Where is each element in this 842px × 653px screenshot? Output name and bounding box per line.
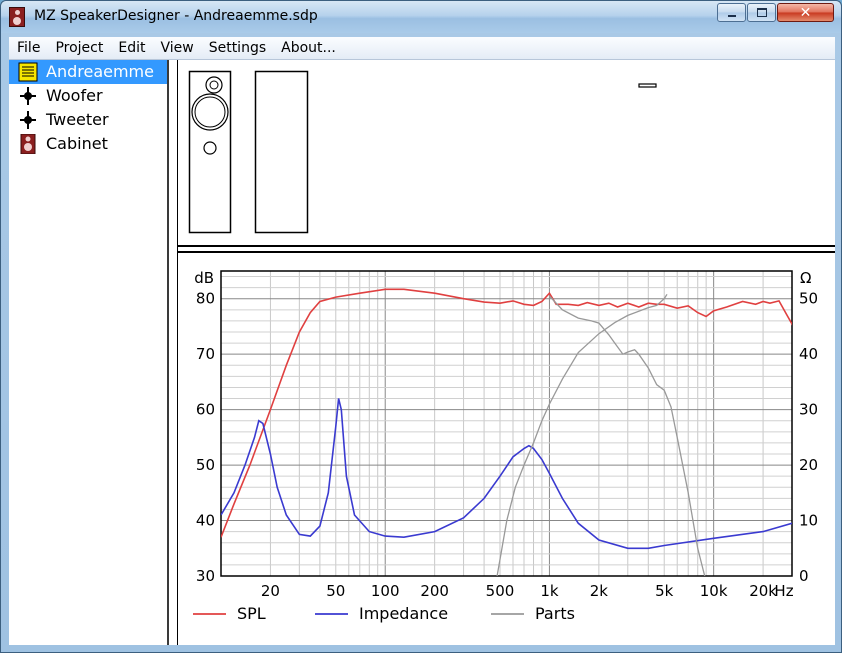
driver-icon: [20, 87, 36, 105]
minimize-icon: [727, 14, 736, 17]
frequency-response-chart: dB Ω8070605040305040302010020 50 100 200 500 1…: [193, 269, 818, 623]
maximize-button[interactable]: [747, 3, 776, 22]
left-tick-label: 80: [196, 290, 215, 308]
project-icon: [18, 62, 38, 82]
cabinet-top-marker: [638, 83, 657, 88]
x-tick-label: 200: [420, 582, 449, 600]
right-axis-unit: Ω: [800, 269, 811, 287]
woofer-cone: [194, 96, 226, 128]
cabinet-drawing: [188, 70, 657, 234]
menu-about[interactable]: About...: [273, 40, 343, 56]
menu-settings[interactable]: Settings: [201, 40, 273, 56]
x-tick-label: 2k: [590, 582, 609, 600]
x-tick-label: 100: [371, 582, 400, 600]
maximize-icon: [756, 8, 767, 17]
tweeter-dome: [209, 80, 219, 90]
cabinet-front-outline: [188, 70, 232, 234]
x-tick-label: 20: [261, 582, 280, 600]
app-window: MZ SpeakerDesigner - Andreaemme.sdp ✕ Fi…: [0, 0, 842, 653]
x-tick-label: 5k: [655, 582, 674, 600]
right-tick-label: 40: [799, 345, 818, 363]
x-tick-label: 20k: [749, 582, 777, 600]
woofer-circle: [191, 93, 229, 131]
tree-item-tweeter[interactable]: Tweeter: [9, 108, 167, 132]
tree-item-andreaemme[interactable]: Andreaemme: [9, 60, 167, 84]
series-line-spl-0: [221, 288, 792, 538]
right-tick-label: 50: [799, 290, 818, 308]
driver-icon: [20, 111, 36, 129]
pane-splitter-line-1[interactable]: [177, 245, 835, 247]
app-speaker-icon[interactable]: [9, 7, 25, 27]
graph-pane[interactable]: dB Ω 80 70 60 50 40 30 50 40 30 20 10 0 20 50 100 200 500 1…: [169, 252, 835, 645]
legend-label-spl: SPL: [237, 604, 266, 623]
port-circle: [203, 141, 217, 155]
x-tick-label: 1k: [540, 582, 559, 600]
legend-label-parts: Parts: [535, 604, 575, 623]
tree-item-label: Woofer: [46, 86, 103, 105]
title-bar[interactable]: MZ SpeakerDesigner - Andreaemme.sdp ✕: [1, 1, 841, 33]
right-tick-label: 10: [799, 512, 818, 530]
tree-item-cabinet[interactable]: Cabinet: [9, 132, 167, 156]
left-tick-label: 60: [196, 401, 215, 419]
tree-item-label: Cabinet: [46, 134, 108, 153]
window-title: MZ SpeakerDesigner - Andreaemme.sdp: [34, 8, 318, 24]
menu-view[interactable]: View: [152, 40, 200, 56]
menu-project[interactable]: Project: [47, 40, 110, 56]
project-tree[interactable]: Andreaemme Woofer Tweeter Cabinet: [9, 60, 169, 645]
minimize-button[interactable]: [717, 3, 746, 22]
x-tick-label: 50: [326, 582, 345, 600]
menu-bar: File Project Edit View Settings About...: [9, 37, 835, 60]
x-tick-label: 10k: [700, 582, 728, 600]
cabinet-icon: [20, 134, 36, 154]
cabinet-view-pane[interactable]: [169, 60, 835, 252]
x-tick-label: 500: [486, 582, 515, 600]
left-tick-label: 70: [196, 345, 215, 363]
close-button[interactable]: ✕: [777, 3, 834, 22]
tree-item-label: Andreaemme: [46, 62, 154, 81]
tweeter-circle: [205, 76, 223, 94]
menu-file[interactable]: File: [9, 40, 47, 56]
cabinet-side-outline: [254, 70, 309, 234]
close-icon: ✕: [799, 4, 812, 21]
tree-item-label: Tweeter: [46, 110, 109, 129]
left-tick-label: 50: [196, 456, 215, 474]
left-tick-label: 30: [196, 567, 215, 585]
pane-splitter-line-2[interactable]: [177, 251, 835, 253]
left-tick-label: 40: [196, 512, 215, 530]
x-axis-unit: Hz: [774, 582, 793, 600]
right-tick-label: 30: [799, 401, 818, 419]
right-tick-label: 0: [799, 567, 809, 585]
menu-edit[interactable]: Edit: [110, 40, 152, 56]
legend-label-impedance: Impedance: [359, 604, 448, 623]
tree-item-woofer[interactable]: Woofer: [9, 84, 167, 108]
right-tick-label: 20: [799, 456, 818, 474]
series-line-parts-2: [496, 293, 668, 576]
pane-splitter-vertical[interactable]: [177, 60, 178, 645]
left-axis-unit: dB: [194, 269, 214, 287]
